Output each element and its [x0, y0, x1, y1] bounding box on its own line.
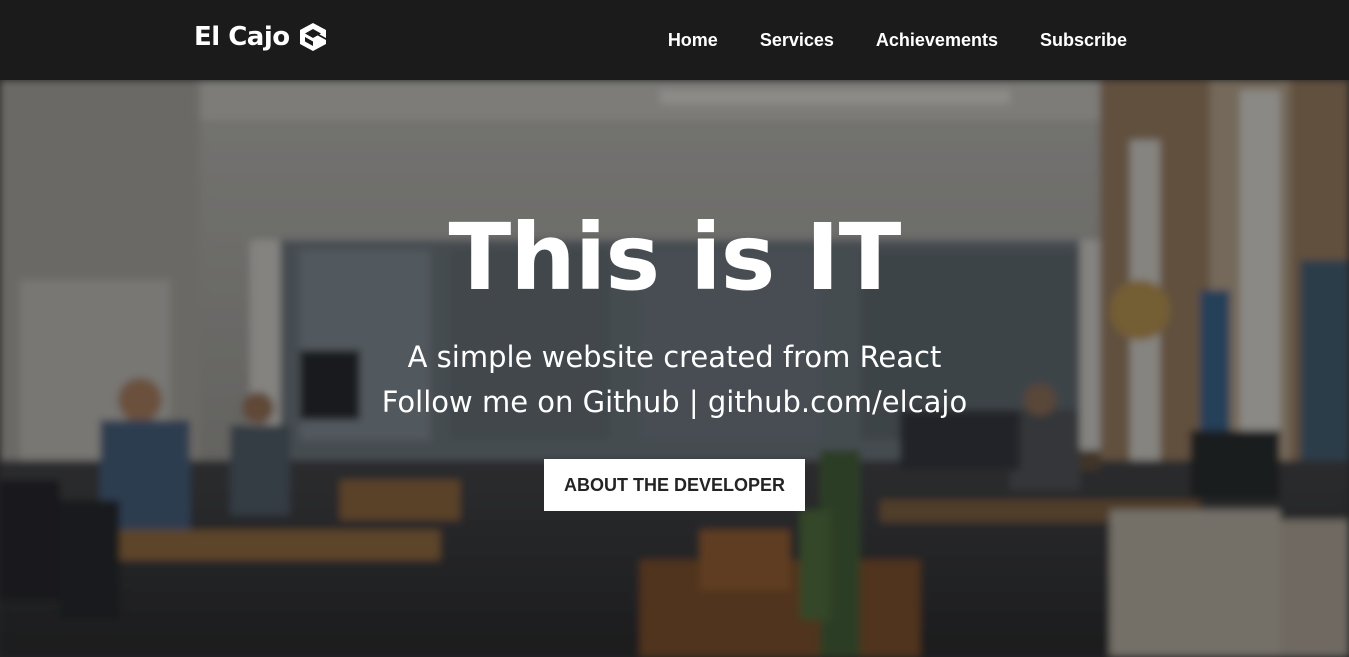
- nav-link-home[interactable]: Home: [668, 30, 718, 50]
- brand-logo-link[interactable]: El Cajo: [194, 22, 327, 52]
- hero-title: This is IT: [448, 204, 902, 311]
- nav-item-services: Services: [760, 30, 834, 51]
- hero-section: This is IT A simple website created from…: [0, 80, 1349, 657]
- hero-subtitle: A simple website created from React: [407, 340, 942, 374]
- nav-item-home: Home: [668, 30, 718, 51]
- about-developer-button[interactable]: ABOUT THE DEVELOPER: [544, 459, 805, 511]
- hero-github-line: Follow me on Github | github.com/elcajo: [381, 385, 968, 419]
- navbar: El Cajo Home Services Achievements Subsc…: [0, 0, 1349, 80]
- nav-link-achievements[interactable]: Achievements: [876, 30, 998, 50]
- nav-menu: Home Services Achievements Subscribe: [626, 0, 1127, 80]
- nav-item-achievements: Achievements: [876, 30, 998, 51]
- brand-name: El Cajo: [194, 22, 290, 52]
- nav-link-services[interactable]: Services: [760, 30, 834, 50]
- cube-logo-icon: [299, 22, 327, 52]
- nav-link-subscribe[interactable]: Subscribe: [1040, 30, 1127, 50]
- nav-item-subscribe: Subscribe: [1040, 30, 1127, 51]
- hero-content: This is IT A simple website created from…: [0, 80, 1349, 657]
